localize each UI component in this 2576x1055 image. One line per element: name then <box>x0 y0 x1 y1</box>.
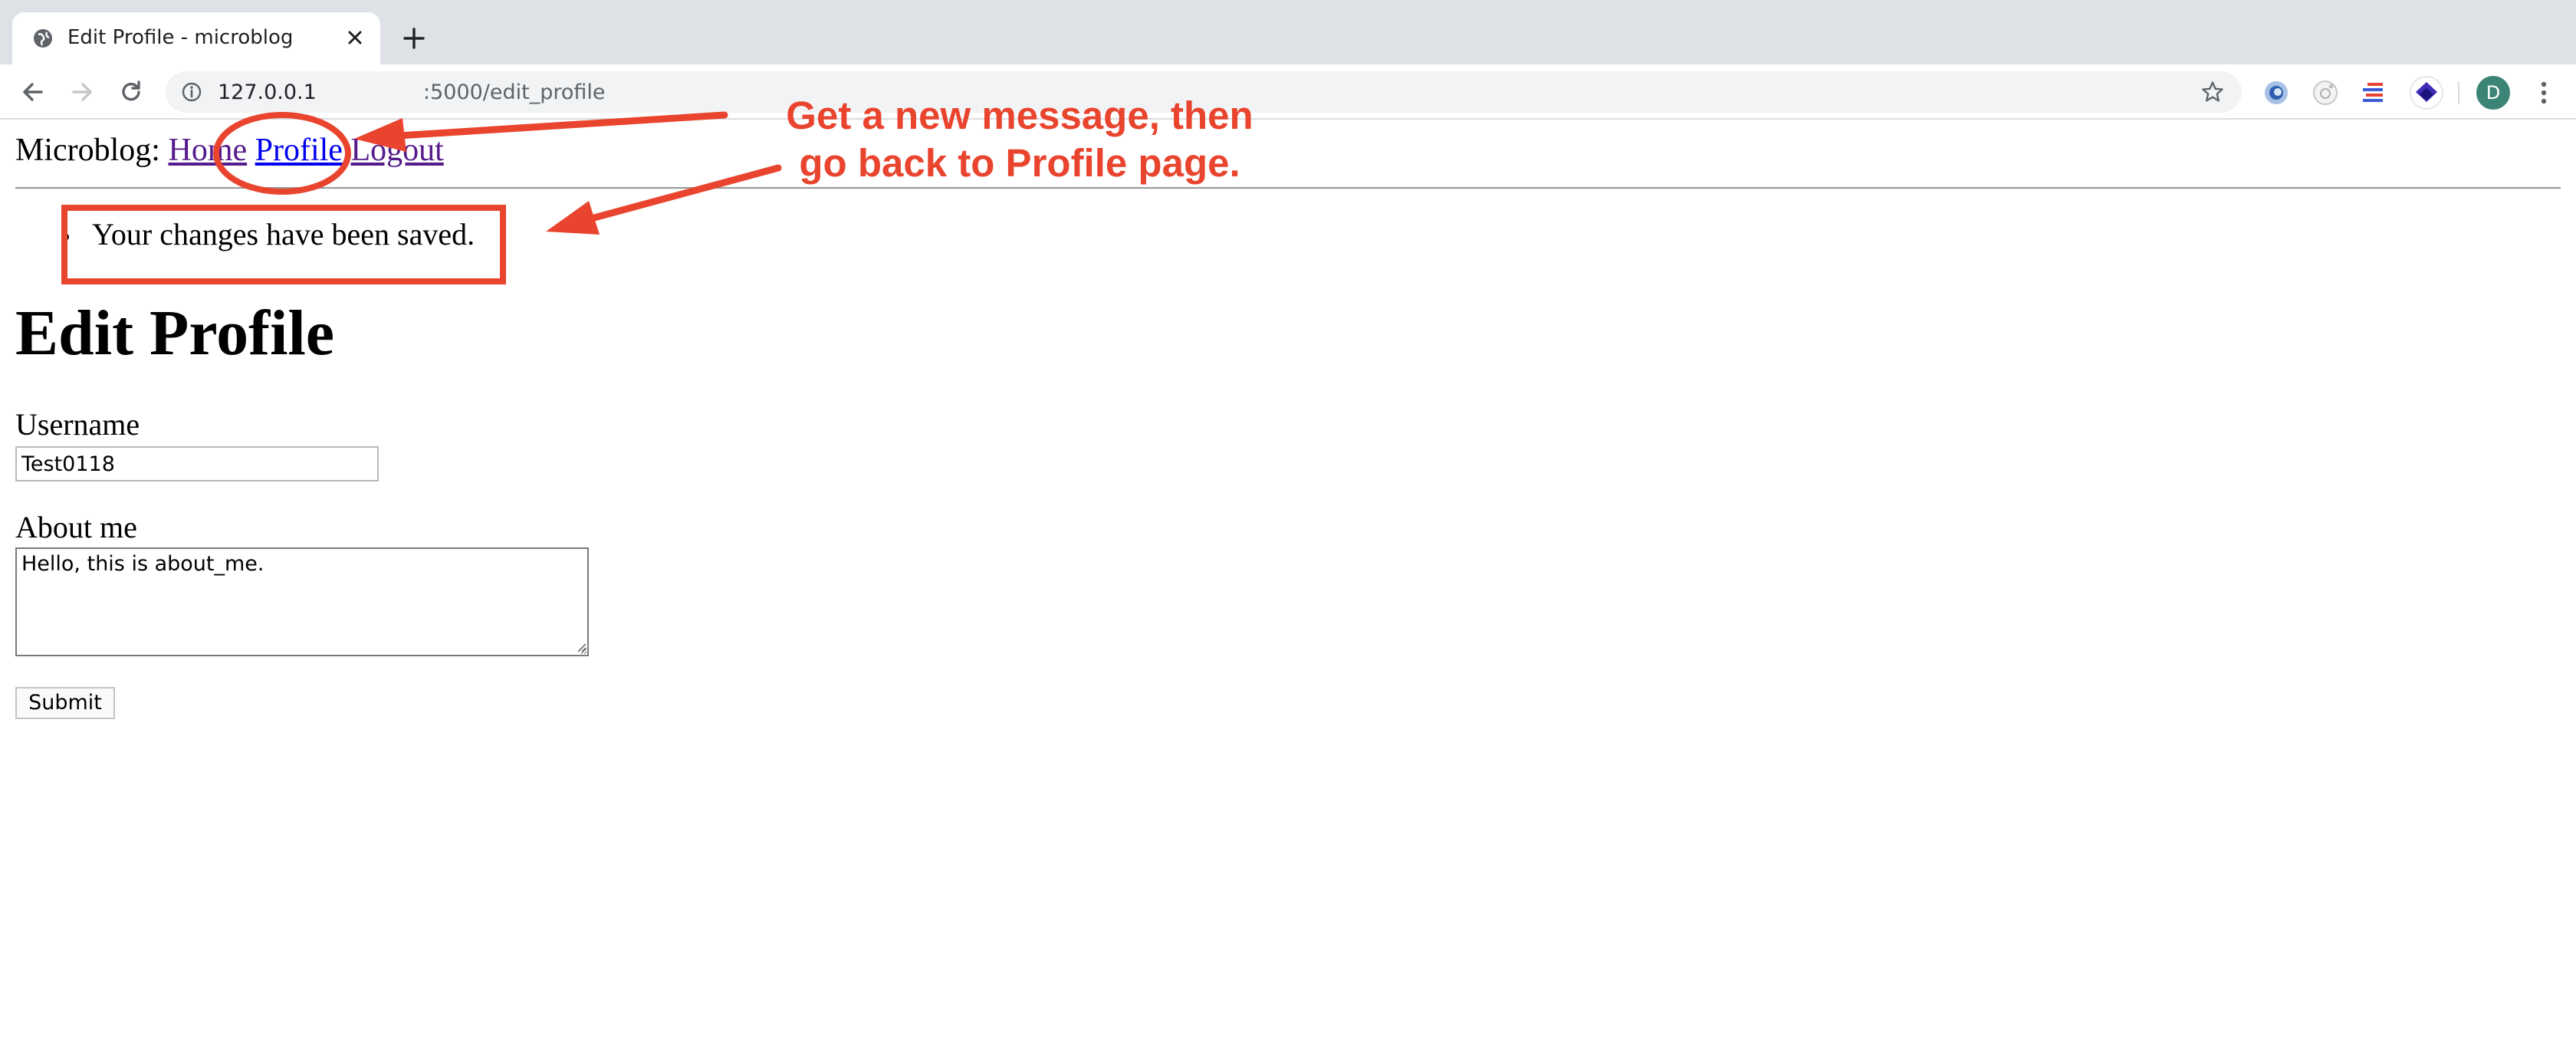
nav-divider <box>15 187 2561 189</box>
close-icon[interactable] <box>342 25 368 51</box>
extension-3-icon[interactable] <box>2360 78 2389 107</box>
browser-toolbar: 127.0.0.1 :5000/edit_profile D <box>0 64 2576 120</box>
back-arrow-icon[interactable] <box>18 77 48 107</box>
site-nav: Microblog: Home Profile Logout <box>15 132 444 169</box>
url-path: :5000/edit_profile <box>423 81 606 104</box>
extension-4-icon[interactable] <box>2409 75 2444 110</box>
forward-arrow-icon[interactable] <box>67 77 97 107</box>
reload-icon[interactable] <box>117 77 146 107</box>
browser-tab-strip: Edit Profile - microblog <box>0 0 2576 64</box>
bullet-icon <box>61 233 69 241</box>
flash-message: Your changes have been saved. <box>92 217 475 251</box>
url-host: 127.0.0.1 <box>218 81 317 104</box>
browser-tab[interactable]: Edit Profile - microblog <box>12 12 380 64</box>
info-icon[interactable] <box>181 81 202 103</box>
nav-link-profile[interactable]: Profile <box>255 133 343 168</box>
address-bar[interactable]: 127.0.0.1 :5000/edit_profile <box>166 71 2242 113</box>
username-field[interactable] <box>15 446 379 481</box>
username-label: Username <box>15 407 140 442</box>
tab-title: Edit Profile - microblog <box>67 26 294 49</box>
globe-icon <box>34 29 52 48</box>
nav-link-logout[interactable]: Logout <box>350 133 443 168</box>
nav-link-home[interactable]: Home <box>168 133 247 168</box>
profile-avatar[interactable]: D <box>2476 76 2510 110</box>
site-brand: Microblog: <box>15 133 160 168</box>
star-icon[interactable] <box>2200 80 2225 104</box>
about-me-field[interactable]: Hello, this is about_me. <box>15 547 589 656</box>
toolbar-divider <box>2458 81 2459 104</box>
resize-grip-icon[interactable] <box>573 639 587 653</box>
page-title: Edit Profile <box>15 297 335 369</box>
extension-2-icon[interactable] <box>2311 78 2340 107</box>
kebab-menu-icon[interactable] <box>2530 78 2558 107</box>
new-tab-plus-icon[interactable] <box>399 23 429 54</box>
about-me-label: About me <box>15 510 137 544</box>
page-content: Microblog: Home Profile Logout Your chan… <box>0 121 2576 1055</box>
extension-1-icon[interactable] <box>2262 78 2291 107</box>
submit-button[interactable]: Submit <box>15 687 115 719</box>
